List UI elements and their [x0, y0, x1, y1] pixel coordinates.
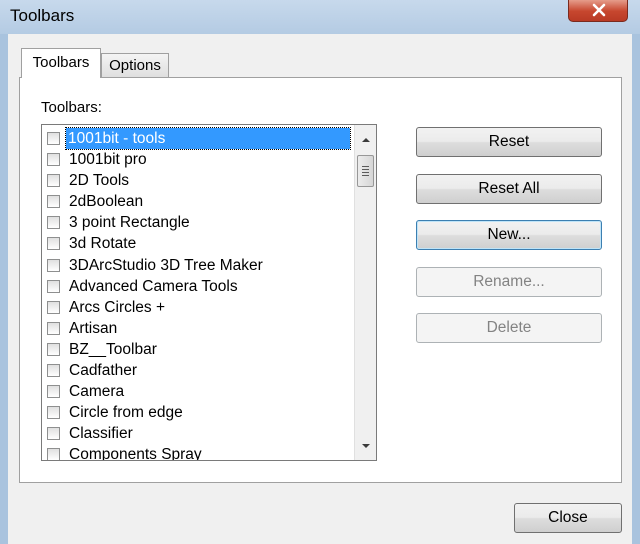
toolbars-listbox[interactable]: 1001bit - tools 1001bit pro 2D Tools 2dBool…	[41, 124, 377, 461]
window-close-button[interactable]	[568, 0, 628, 22]
list-item-label: 3d Rotate	[69, 235, 137, 253]
list-item-label: Advanced Camera Tools	[69, 277, 238, 295]
reset-button[interactable]: Reset	[416, 127, 602, 157]
list-item-label: Artisan	[69, 319, 118, 337]
list-item-label: 3DArcStudio 3D Tree Maker	[69, 256, 263, 274]
list-item[interactable]: Classifier	[42, 423, 358, 444]
list-item-label: Circle from edge	[69, 404, 183, 422]
list-item-label: Camera	[69, 383, 125, 401]
new-button[interactable]: New...	[416, 220, 602, 250]
delete-button[interactable]: Delete	[416, 313, 602, 343]
title-bar: Toolbars	[0, 0, 640, 34]
list-item[interactable]: Arcs Circles +	[42, 297, 358, 318]
list-item-label: Cadfather	[69, 362, 138, 380]
list-item[interactable]: 2D Tools	[42, 170, 358, 191]
reset-all-button[interactable]: Reset All	[416, 174, 602, 204]
list-item-label: 2dBoolean	[69, 193, 144, 211]
list-item[interactable]: 3d Rotate	[42, 233, 358, 254]
close-button[interactable]: Close	[514, 503, 622, 533]
tab-options[interactable]: Options	[101, 53, 169, 78]
toolbar-checkbox[interactable]	[47, 258, 60, 272]
window-title: Toolbars	[10, 6, 75, 25]
list-item-label: 3 point Rectangle	[69, 214, 190, 232]
list-item[interactable]: 1001bit - tools	[42, 127, 358, 150]
toolbar-checkbox[interactable]	[47, 195, 60, 209]
arrow-up-icon[interactable]	[361, 136, 371, 144]
toolbars-list-label: Toolbars:	[41, 99, 102, 116]
list-item-label: BZ__Toolbar	[69, 340, 157, 358]
toolbar-checkbox[interactable]	[47, 237, 60, 251]
list-item[interactable]: 1001bit pro	[42, 149, 358, 170]
list-scrollbar[interactable]	[354, 125, 376, 460]
list-item[interactable]: Advanced Camera Tools	[42, 276, 358, 297]
toolbar-checkbox[interactable]	[47, 448, 60, 460]
list-item[interactable]: BZ__Toolbar	[42, 339, 358, 360]
list-item[interactable]: Circle from edge	[42, 402, 358, 423]
toolbar-checkbox[interactable]	[47, 427, 60, 441]
toolbar-checkbox[interactable]	[47, 406, 60, 420]
list-item[interactable]: 3 point Rectangle	[42, 212, 358, 233]
toolbar-checkbox[interactable]	[47, 300, 60, 314]
list-item-label: 1001bit - tools	[65, 127, 351, 150]
list-item-label: 1001bit pro	[69, 151, 147, 169]
list-item[interactable]: Camera	[42, 381, 358, 402]
rename-button[interactable]: Rename...	[416, 267, 602, 297]
list-item[interactable]: Artisan	[42, 318, 358, 339]
toolbar-checkbox[interactable]	[47, 321, 60, 335]
toolbar-checkbox[interactable]	[47, 153, 60, 167]
toolbar-checkbox[interactable]	[47, 216, 60, 230]
toolbar-checkbox[interactable]	[47, 132, 60, 145]
list-item[interactable]: 2dBoolean	[42, 191, 358, 212]
tab-toolbars[interactable]: Toolbars	[21, 48, 101, 78]
list-item-label: 2D Tools	[69, 172, 130, 190]
toolbar-checkbox[interactable]	[47, 385, 60, 399]
toolbar-checkbox[interactable]	[47, 279, 60, 293]
list-item[interactable]: Components Spray	[42, 444, 358, 461]
scrollbar-thumb[interactable]	[357, 155, 374, 187]
list-item-label: Arcs Circles +	[69, 298, 166, 316]
toolbar-checkbox[interactable]	[47, 364, 60, 378]
toolbar-checkbox[interactable]	[47, 342, 60, 356]
list-item-label: Components Spray	[69, 446, 202, 461]
arrow-down-icon[interactable]	[361, 442, 371, 450]
list-item[interactable]: 3DArcStudio 3D Tree Maker	[42, 255, 358, 276]
toolbar-checkbox[interactable]	[47, 174, 60, 188]
list-item[interactable]: Cadfather	[42, 360, 358, 381]
close-icon	[592, 3, 606, 17]
list-item-label: Classifier	[69, 425, 133, 443]
toolbars-list: 1001bit - tools 1001bit pro 2D Tools 2dBool…	[42, 127, 358, 461]
